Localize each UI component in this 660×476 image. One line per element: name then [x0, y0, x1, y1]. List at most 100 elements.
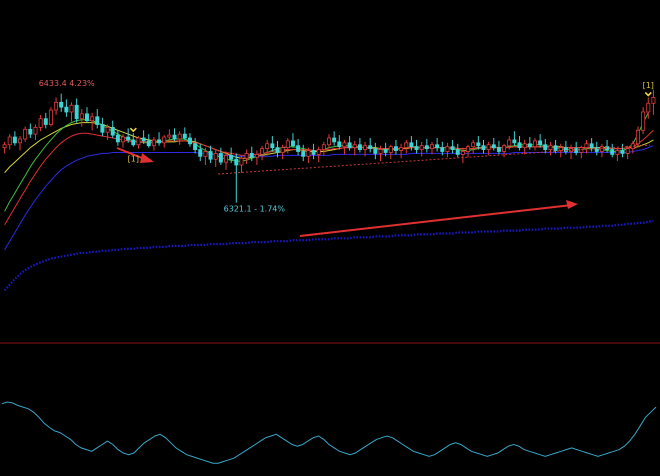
candle-body	[218, 153, 223, 163]
candle-body	[450, 146, 455, 150]
candle-body	[496, 147, 501, 152]
candle-body	[383, 149, 388, 153]
candle-body	[327, 137, 331, 146]
candle-body	[157, 139, 162, 144]
annotation-label: 6321.1 - 1.74%	[224, 205, 286, 214]
candle-body	[38, 118, 43, 128]
candle-body	[110, 126, 115, 136]
candle-body	[151, 139, 156, 147]
candle-body	[337, 141, 342, 148]
candle-body	[239, 157, 244, 166]
candle-body	[435, 144, 440, 149]
candle-body	[522, 143, 527, 149]
candle-body	[301, 151, 306, 157]
candle-body	[599, 146, 604, 152]
candle-body	[584, 143, 589, 149]
candle-body	[393, 146, 398, 151]
candle-body	[54, 101, 59, 111]
candle-body	[167, 134, 172, 138]
candle-body	[589, 143, 594, 149]
candle-body	[285, 140, 290, 149]
candle-body	[455, 149, 460, 155]
candle-body	[131, 139, 136, 146]
candle-body	[543, 144, 548, 150]
candle-body	[332, 137, 337, 143]
candle-body	[363, 145, 368, 150]
candle-body	[321, 144, 326, 150]
candle-body	[12, 136, 17, 144]
candle-body	[517, 142, 522, 149]
candle-body	[172, 134, 177, 140]
annotation-label: [1]	[643, 81, 654, 90]
candle-body	[95, 116, 100, 125]
candle-body	[419, 145, 424, 150]
candle-body	[481, 145, 486, 150]
candle-body	[414, 146, 419, 150]
candle-body	[574, 148, 579, 153]
candle-body	[548, 145, 553, 150]
candle-body	[373, 148, 378, 154]
candle-body	[64, 106, 69, 113]
candle-body	[347, 142, 352, 149]
candle-body	[141, 137, 146, 142]
candle-body	[59, 101, 64, 108]
candle-body	[105, 126, 110, 133]
candle-body	[162, 136, 167, 144]
candle-body	[182, 133, 187, 139]
candle-body	[532, 140, 537, 148]
candle-body	[388, 146, 393, 153]
candle-body	[100, 124, 105, 133]
candle-body	[69, 104, 74, 113]
candle-body	[527, 143, 532, 148]
candle-body	[502, 145, 507, 152]
candle-body	[424, 145, 429, 150]
candle-body	[399, 147, 404, 151]
candle-body	[265, 143, 270, 150]
candle-body	[254, 153, 259, 158]
candle-body	[193, 143, 198, 150]
candle-body	[121, 136, 126, 143]
candle-body	[270, 143, 275, 149]
candle-body	[2, 144, 7, 149]
candle-body	[512, 139, 517, 144]
candle-body	[33, 126, 38, 135]
candle-body	[74, 104, 79, 120]
candle-body	[23, 128, 28, 140]
candle-body	[538, 140, 543, 146]
candle-body	[84, 113, 89, 122]
candle-body	[342, 142, 347, 148]
candle-body	[460, 151, 465, 155]
candle-body	[466, 146, 471, 152]
candle-body	[203, 151, 208, 157]
candle-body	[491, 144, 496, 149]
candle-body	[136, 137, 141, 146]
candle-body	[229, 154, 234, 160]
candle-body	[260, 148, 265, 155]
candle-body	[198, 149, 203, 157]
candle-body	[471, 142, 476, 148]
candle-body	[486, 144, 491, 150]
candle-body	[610, 149, 615, 155]
candle-body	[409, 142, 414, 148]
candle-body	[43, 118, 48, 125]
candle-body	[234, 158, 239, 166]
candle-body	[378, 149, 383, 154]
candle-body	[635, 129, 640, 145]
candle-body	[476, 142, 481, 147]
chart-background	[0, 0, 660, 476]
candle-body	[187, 137, 192, 145]
candle-body	[641, 111, 646, 131]
candle-body	[404, 142, 409, 149]
candle-body	[311, 150, 316, 155]
candle-body	[558, 147, 563, 151]
candle-body	[126, 136, 131, 141]
candle-body	[290, 140, 295, 147]
candle-body	[553, 145, 558, 151]
candle-body	[296, 145, 301, 152]
candle-body	[615, 150, 620, 155]
candle-body	[440, 147, 445, 152]
candle-body	[213, 153, 218, 160]
candle-body	[275, 147, 280, 153]
candle-body	[620, 150, 625, 154]
candle-body	[208, 151, 213, 160]
